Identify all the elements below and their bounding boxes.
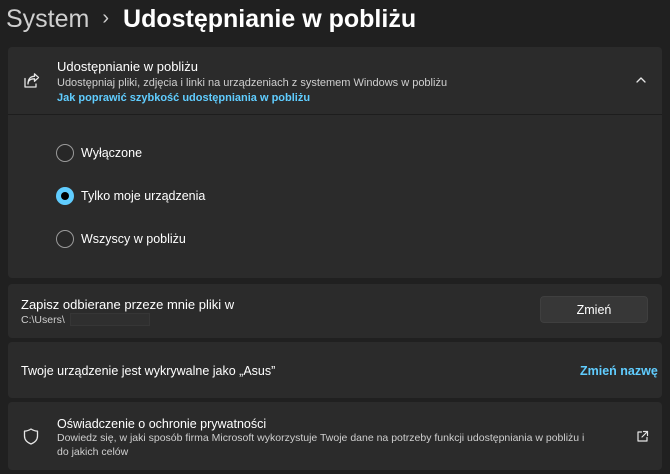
breadcrumb-system[interactable]: System <box>6 5 89 34</box>
radio-my-devices-label: Tylko moje urządzenia <box>81 189 206 203</box>
radio-off-label: Wyłączone <box>81 146 143 160</box>
nearby-sharing-title: Udostępnianie w pobliżu <box>57 59 198 74</box>
radio-off[interactable]: Wyłączone <box>56 142 142 164</box>
breadcrumb: System › Udostępnianie w pobliżu <box>6 2 416 36</box>
sharing-speed-help-link[interactable]: Jak poprawić szybkość udostępniania w po… <box>57 92 310 104</box>
rename-device-link[interactable]: Zmień nazwę <box>580 364 658 378</box>
radio-off-indicator[interactable] <box>56 144 74 162</box>
radio-everyone-nearby-label: Wszyscy w pobliżu <box>81 232 186 246</box>
page-title: Udostępnianie w pobliżu <box>123 4 417 33</box>
save-location-path: C:\Users\ <box>21 314 65 326</box>
change-location-button[interactable]: Zmień <box>540 296 648 323</box>
save-location-card: Zapisz odbierane przeze mnie pliki w C:\… <box>8 284 662 338</box>
save-location-title: Zapisz odbierane przeze mnie pliki w <box>21 297 235 312</box>
external-link-icon[interactable] <box>636 430 649 443</box>
privacy-statement-title: Oświadczenie o ochronie prywatności <box>57 417 267 431</box>
radio-my-devices-indicator[interactable] <box>56 187 74 205</box>
nearby-sharing-header[interactable]: Udostępnianie w pobliżu Udostępniaj plik… <box>8 47 662 115</box>
share-icon <box>24 73 40 88</box>
redacted-username <box>70 313 150 326</box>
shield-icon <box>23 428 39 445</box>
radio-everyone-nearby[interactable]: Wszyscy w pobliżu <box>56 228 186 250</box>
device-discoverable-text: Twoje urządzenie jest wykrywalne jako „A… <box>21 364 276 378</box>
device-name-card: Twoje urządzenie jest wykrywalne jako „A… <box>8 342 662 398</box>
breadcrumb-separator-icon: › <box>102 6 110 29</box>
chevron-up-icon[interactable] <box>635 74 647 86</box>
privacy-statement-card[interactable]: Oświadczenie o ochronie prywatności Dowi… <box>8 402 662 470</box>
privacy-statement-description: Dowiedz się, w jaki sposób firma Microso… <box>57 432 585 458</box>
radio-everyone-nearby-indicator[interactable] <box>56 230 74 248</box>
nearby-sharing-card: Udostępnianie w pobliżu Udostępniaj plik… <box>8 47 662 278</box>
radio-my-devices[interactable]: Tylko moje urządzenia <box>56 185 205 207</box>
nearby-sharing-description: Udostępniaj pliki, zdjęcia i linki na ur… <box>57 77 448 89</box>
